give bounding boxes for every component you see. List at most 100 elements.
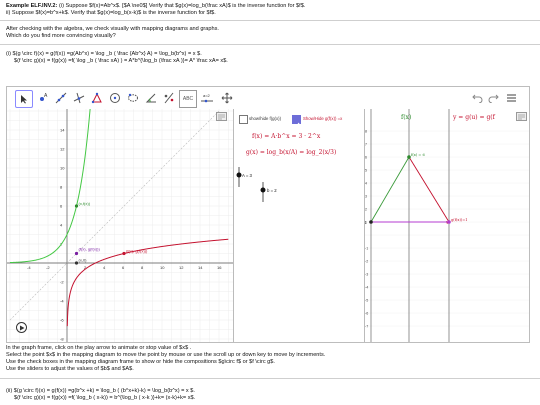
x-value-label: x = 1 — [365, 221, 367, 225]
part-ii-line2: $(f \circ g)(x) = f(g(x)) =f( \log_b ( x… — [14, 395, 196, 401]
play-icon — [19, 325, 24, 330]
angle-icon — [145, 93, 156, 103]
move-view-tool[interactable] — [219, 90, 235, 106]
f-formula: f(x) = A·b^x = 3 · 2^x — [252, 133, 321, 140]
line-tool[interactable] — [53, 90, 69, 106]
point-fx-label: (x,f(x)) — [79, 201, 91, 206]
gfx-value-label: g(f(x))=1 — [451, 218, 468, 222]
svg-text:a=2: a=2 — [203, 93, 211, 98]
f-title: f(x) — [401, 114, 411, 121]
divider — [0, 378, 540, 379]
menu-button[interactable] — [503, 90, 519, 106]
point-icon: A — [40, 93, 48, 101]
graphics-menu-icon — [215, 111, 227, 121]
y-tick-label: 2 — [365, 208, 367, 212]
reflect-icon — [164, 92, 174, 104]
example-line2: ii) Suppose $f(x)=b^x+k$. Verify that $g… — [6, 10, 216, 16]
undo-button[interactable] — [469, 90, 485, 106]
y-tick-label: 4 — [365, 182, 367, 186]
example-line1: (i) Suppose $f(x)=Ab^x$. [$A \ne0$] Veri… — [58, 3, 306, 9]
divider — [0, 20, 540, 21]
instruction-line1: In the graph frame, click on the play ar… — [6, 345, 192, 351]
y-tick-label: 5 — [365, 169, 367, 173]
x-tick-label: 6 — [122, 265, 125, 270]
slider-b-label: b = 2 — [267, 188, 277, 193]
x-tick-label: 10 — [160, 265, 165, 270]
y-tick-label: -1 — [365, 247, 368, 251]
move-graphics-icon — [221, 92, 233, 104]
graphics-settings-button[interactable] — [215, 111, 227, 121]
x-tick-label: -4 — [27, 265, 31, 270]
function-graph[interactable]: -4 -2 2 4 6 8 10 12 14 161412108642-2-4-6-8(x,f(x… — [7, 109, 233, 342]
part-i-line2: $(f \circ g)(x) = f(g(x)) =f( \log _b ( … — [14, 58, 228, 64]
y-tick-label: -5 — [365, 299, 368, 303]
slider-b-knob[interactable] — [260, 187, 266, 193]
point-gfx — [74, 251, 79, 256]
move-tool[interactable] — [15, 90, 33, 108]
slider-tool[interactable]: a=2 — [199, 90, 215, 106]
f-curve — [9, 109, 91, 264]
conic-icon — [128, 93, 138, 102]
x-tick-label: 14 — [198, 265, 203, 270]
y-tick-label: -3 — [365, 273, 368, 277]
x-tick-label: -2 — [46, 265, 50, 270]
geogebra-applet[interactable]: A ABC a=2 -4 -2 2 4 6 8 10 12 14 16 14 1… — [6, 86, 530, 343]
x-tick-label: 4 — [103, 265, 106, 270]
y-tick-label: -4 — [365, 286, 368, 290]
intro-line1: After checking with the algebra, we chec… — [6, 26, 219, 32]
mapping-settings-button[interactable] — [515, 111, 527, 121]
arrow-cursor-icon — [21, 95, 27, 104]
show-gf-checkbox[interactable] — [292, 115, 301, 129]
slider-icon: a=2 — [201, 93, 213, 103]
text-tool[interactable]: ABC — [179, 90, 197, 108]
polygon-tool[interactable] — [89, 90, 105, 106]
mapping-controls-panel: show/hide f(g(x)) Show/Hide g(f(x)) =x f… — [234, 109, 364, 342]
g-title: y = g(u) = g(f — [452, 114, 496, 121]
redo-icon — [488, 94, 499, 103]
checkmark-icon — [293, 122, 300, 129]
perpendicular-icon — [73, 92, 85, 104]
conic-tool[interactable] — [125, 90, 141, 106]
show-gf-label: Show/Hide g(f(x)) =x — [303, 116, 343, 121]
play-button[interactable] — [16, 322, 27, 333]
example-header: Example ELF.INV.2: (i) Suppose $f(x)=Ab^… — [6, 3, 305, 10]
f-mapping-arrow — [370, 156, 410, 223]
intro-line2: Which do you find more convincing visual… — [6, 33, 116, 39]
undo-icon — [471, 94, 482, 103]
svg-text:A: A — [44, 93, 48, 99]
angle-tool[interactable] — [143, 90, 159, 106]
redo-button[interactable] — [485, 90, 501, 106]
y-tick-label: 14 — [60, 128, 65, 133]
instruction-line3: Use the check boxes in the mapping diagr… — [6, 359, 275, 365]
g-curve — [66, 238, 229, 327]
mapping-diagram[interactable]: 87654321-1-2-3-4-5-6-7f(x) y = g(u) = g(f… — [365, 109, 529, 342]
part-i-line1: (i) $(g \circ f)(x) = g(f(x)) =g(Ab^x) =… — [6, 51, 202, 57]
graphics-view-1[interactable]: -4 -2 2 4 6 8 10 12 14 16 14 12 10 8 6 4 2 -2 -4 -6 -8 (x,f(x… — [7, 109, 233, 342]
x-tick-label: 16 — [217, 265, 222, 270]
point-fg-label: (f(x), g(f(x))) — [126, 249, 148, 254]
y-tick-label: 8 — [365, 130, 367, 134]
y-tick-label: 3 — [365, 195, 367, 199]
circle-icon — [110, 93, 120, 103]
fx-value-label: f(x) = 6 — [411, 153, 425, 157]
x-tick-label: 12 — [179, 265, 184, 270]
perpendicular-tool[interactable] — [71, 90, 87, 106]
point-x0-label: (x,0) — [79, 258, 88, 263]
point-gfx-label: (f(x), g(f(x))) — [79, 247, 101, 252]
y-tick-label: -7 — [365, 325, 368, 329]
line-icon — [55, 92, 67, 104]
mapping-diagram-view[interactable]: 8 7 6 5 4 3 2 1 -1 -2 -3 -4 -5 -6 -7 f(x) y = g(u) = g(f… — [365, 109, 529, 342]
polygon-icon — [91, 92, 102, 104]
divider — [0, 44, 540, 45]
instruction-line2: Select the point $x$ in the mapping diag… — [6, 352, 326, 358]
example-title: Example ELF.INV.2: — [6, 3, 58, 9]
show-fg-checkbox[interactable] — [239, 115, 248, 124]
hamburger-icon — [506, 94, 516, 102]
g-formula: g(x) = log_b(x/A) = log_2(x/3) — [246, 149, 337, 156]
x-tick-label: 8 — [141, 265, 144, 270]
circle-tool[interactable] — [107, 90, 123, 106]
slider-A-label: A = 3 — [242, 173, 252, 178]
reflect-tool[interactable] — [161, 90, 177, 106]
instruction-line4: Use the sliders to adjust the values of … — [6, 366, 134, 372]
point-tool[interactable]: A — [35, 90, 51, 106]
